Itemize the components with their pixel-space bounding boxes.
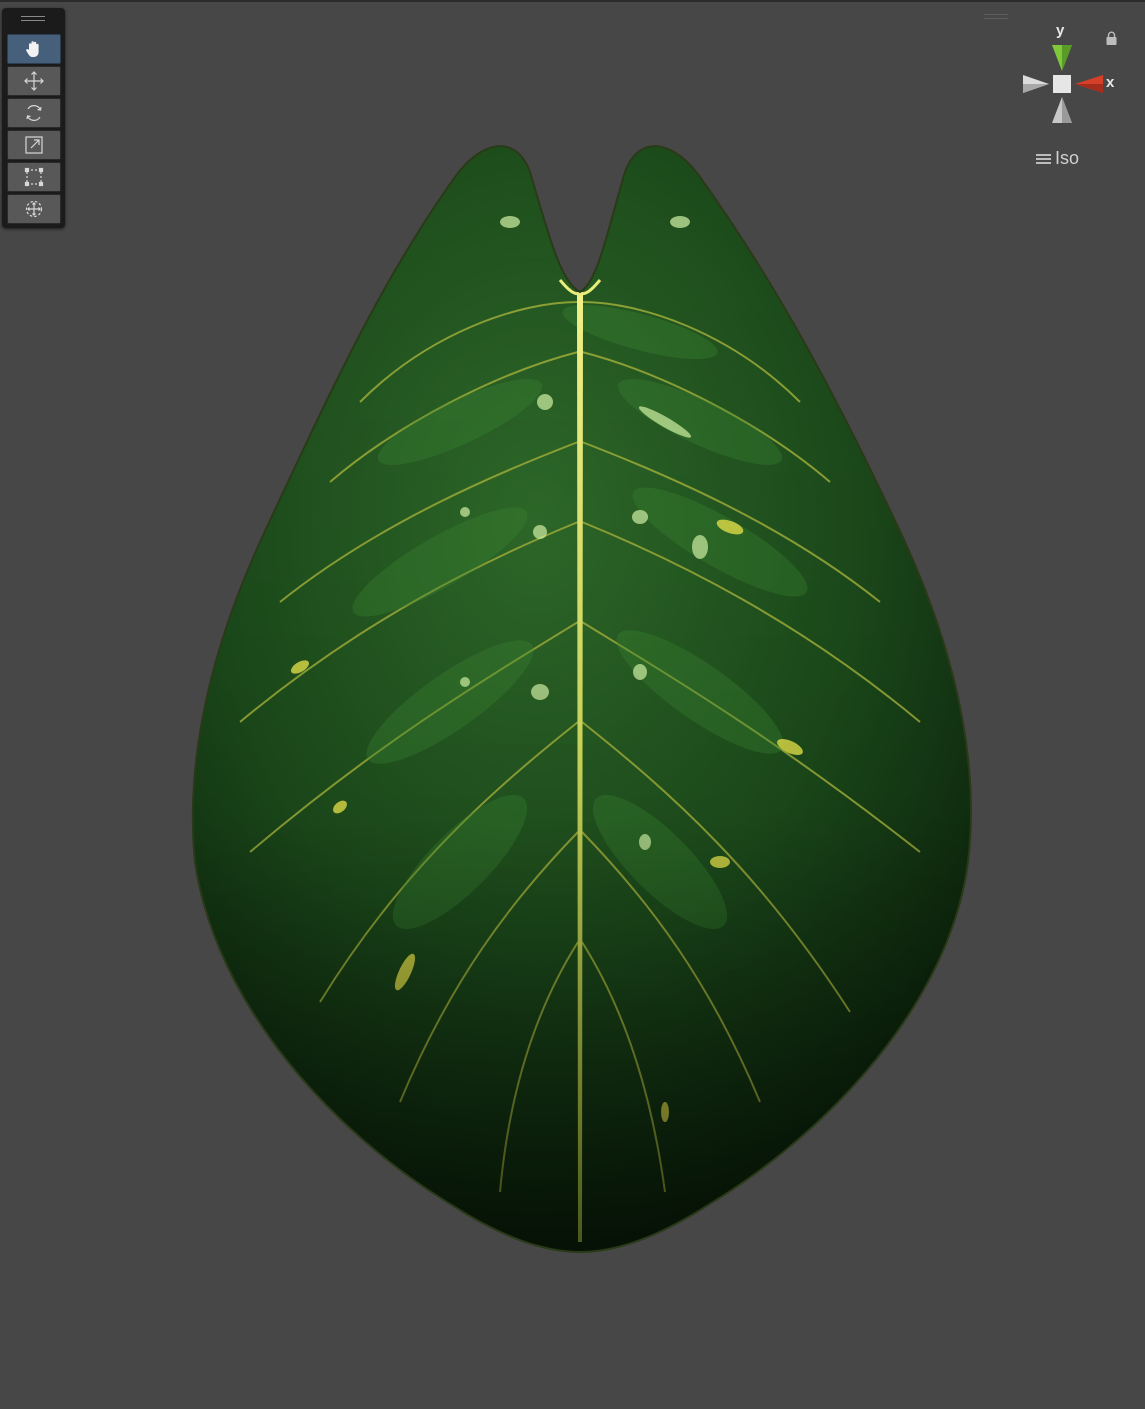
- hand-icon: [26, 41, 39, 57]
- transform-tool-button[interactable]: [7, 194, 61, 224]
- leaf-mesh[interactable]: [0, 2, 1145, 1409]
- lock-icon[interactable]: [1105, 31, 1118, 46]
- panel-drag-handle[interactable]: [21, 16, 45, 22]
- rotate-icon: [26, 105, 42, 121]
- projection-toggle[interactable]: Iso: [1036, 148, 1079, 169]
- menu-icon: [1036, 152, 1051, 166]
- scale-icon: [25, 136, 43, 154]
- scene-gizmo-grip[interactable]: [984, 14, 1008, 22]
- scale-tool-button[interactable]: [7, 130, 61, 160]
- rotate-tool-button[interactable]: [7, 98, 61, 128]
- hand-tool-button[interactable]: [7, 34, 61, 64]
- rect-tool-button[interactable]: [7, 162, 61, 192]
- transform-icon: [25, 200, 43, 218]
- tool-panel: [2, 8, 65, 228]
- x-axis-label: x: [1106, 74, 1115, 91]
- orientation-gizmo[interactable]: [1015, 37, 1110, 132]
- move-tool-button[interactable]: [7, 66, 61, 96]
- scene-viewport[interactable]: y x Iso: [0, 0, 1145, 1407]
- gizmo-center-cube: [1053, 75, 1071, 93]
- projection-label: Iso: [1055, 148, 1080, 168]
- rect-icon: [24, 167, 44, 187]
- y-axis-label: y: [1056, 22, 1065, 39]
- move-icon: [24, 71, 44, 91]
